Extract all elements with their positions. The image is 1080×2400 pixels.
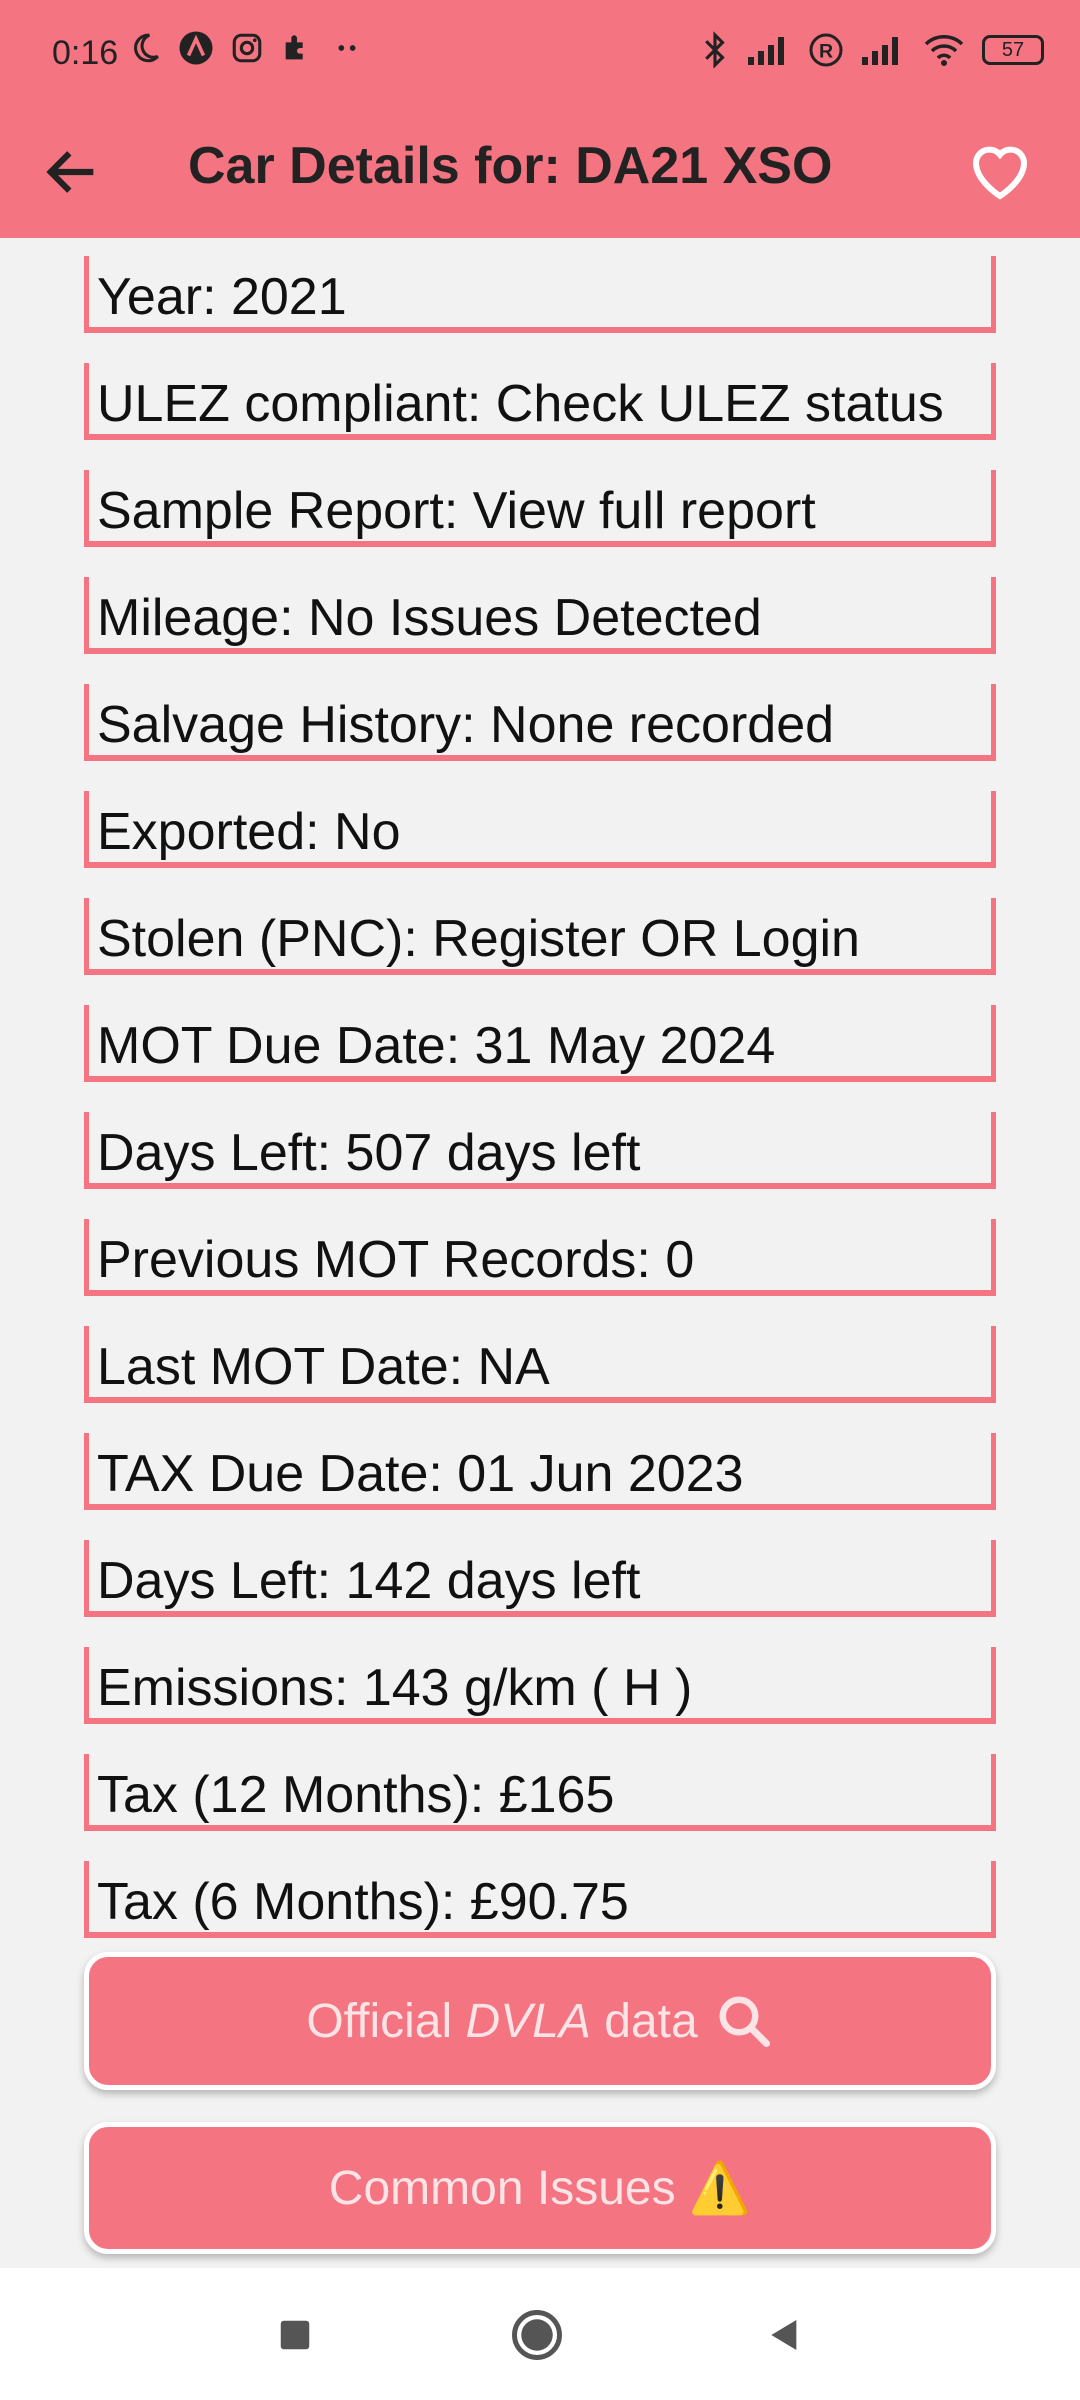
detail-text: Previous MOT Records: 0 [97,1231,695,1289]
more-dots-icon [338,45,356,51]
page-title: Car Details for: DA21 XSO [188,137,833,195]
detail-row-tax-12: Tax (12 Months): £165 [84,1754,996,1831]
status-time: 0:16 [52,34,119,72]
battery-icon: 57 [982,35,1044,65]
detail-row-last-mot: Last MOT Date: NA [84,1326,996,1403]
back-nav-button[interactable] [756,2308,810,2362]
detail-row-sample-report[interactable]: Sample Report: View full report [84,470,996,547]
instagram-icon [232,33,262,63]
dvla-emph: DVLA [465,1994,591,2048]
detail-row-emissions: Emissions: 143 g/km ( H ) [84,1647,996,1724]
detail-text: MOT Due Date: 31 May 2024 [97,1017,776,1075]
detail-text: Emissions: 143 g/km ( H ) [97,1659,693,1717]
notification-icons [128,30,364,66]
warning-icon: ⚠️ [688,2159,752,2216]
roaming-icon: R [809,33,843,67]
app-logo-icon [179,31,213,65]
bluetooth-icon [705,31,725,69]
detail-text: ULEZ compliant: Check ULEZ status [97,375,944,433]
signal-icon [748,37,784,65]
detail-row-mileage: Mileage: No Issues Detected [84,577,996,654]
svg-text:R: R [819,41,833,63]
detail-text: Last MOT Date: NA [97,1338,550,1396]
detail-text: Tax (6 Months): £90.75 [97,1873,629,1931]
dvla-suffix: data [604,1994,698,2048]
detail-row-year: Year: 2021 [84,256,996,333]
wifi-icon [924,35,964,66]
detail-text: Salvage History: None recorded [97,696,835,754]
detail-row-salvage: Salvage History: None recorded [84,684,996,761]
battery-level: 57 [1001,38,1025,61]
puzzle-icon [285,35,303,60]
detail-row-ulez[interactable]: ULEZ compliant: Check ULEZ status [84,363,996,440]
detail-text: Days Left: 507 days left [97,1124,641,1182]
dvla-data-button[interactable]: Official DVLA data [84,1952,996,2090]
detail-row-tax-days-left: Days Left: 142 days left [84,1540,996,1617]
dvla-prefix: Official [306,1994,453,2048]
details-list: Year: 2021 ULEZ compliant: Check ULEZ st… [84,256,996,1968]
back-button[interactable] [40,140,104,204]
detail-text: Sample Report: View full report [97,482,816,540]
detail-text: Tax (12 Months): £165 [97,1766,615,1824]
detail-text: Year: 2021 [97,268,347,326]
detail-row-tax-6: Tax (6 Months): £90.75 [84,1861,996,1938]
detail-row-stolen[interactable]: Stolen (PNC): Register OR Login [84,898,996,975]
system-icons: R 57 [700,30,1044,70]
common-issues-label: Common Issues [328,2161,676,2215]
detail-text: TAX Due Date: 01 Jun 2023 [97,1445,744,1503]
detail-row-tax-due: TAX Due Date: 01 Jun 2023 [84,1433,996,1510]
recents-button[interactable] [268,2308,322,2362]
favorite-button[interactable] [964,136,1036,208]
detail-text: Mileage: No Issues Detected [97,589,762,647]
common-issues-button[interactable]: Common Issues ⚠️ [84,2122,996,2254]
search-icon [719,1996,770,2047]
moon-icon [134,33,159,63]
detail-row-previous-mot: Previous MOT Records: 0 [84,1219,996,1296]
status-bar: 0:16 R 57 [0,0,1080,110]
app-bar: Car Details for: DA21 XSO [0,110,1080,238]
heart-icon [972,146,1028,200]
circle-icon [512,2310,562,2360]
square-icon [280,2320,310,2350]
detail-text: Stolen (PNC): Register OR Login [97,910,860,968]
detail-row-mot-due: MOT Due Date: 31 May 2024 [84,1005,996,1082]
triangle-back-icon [771,2320,797,2350]
detail-row-exported: Exported: No [84,791,996,868]
detail-text: Exported: No [97,803,401,861]
signal-icon [862,37,898,65]
home-button[interactable] [510,2308,564,2362]
system-nav-bar [0,2268,1080,2400]
detail-text: Days Left: 142 days left [97,1552,641,1610]
arrow-left-icon [46,151,94,193]
detail-row-mot-days-left: Days Left: 507 days left [84,1112,996,1189]
